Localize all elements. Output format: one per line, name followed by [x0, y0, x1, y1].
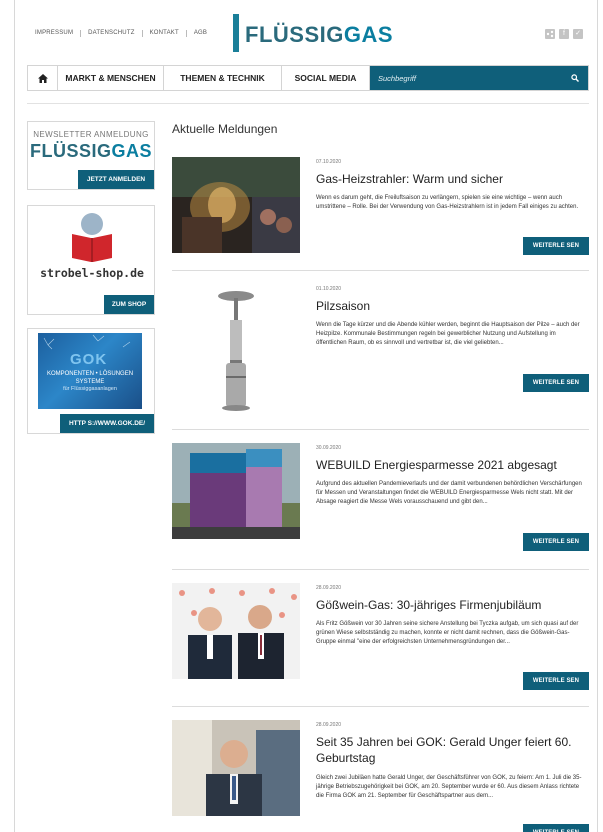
read-more-button[interactable]: WEITERLE SEN: [523, 374, 589, 392]
gok-line3: für Flüssiggasanlagen: [63, 386, 117, 392]
article-thumbnail[interactable]: [172, 157, 300, 253]
article-teaser: Wenn die Tage kürzer und die Abende kühl…: [316, 322, 580, 346]
main-nav: MARKT & MENSCHEN THEMEN & TECHNIK SOCIAL…: [27, 65, 589, 91]
article-date: 30.09.2020: [316, 445, 342, 451]
gok-line1: KOMPONENTEN • LÖSUNGEN: [46, 371, 134, 377]
article-item: 28.09.2020 Gößwein-Gas: 30-jähriges Firm…: [172, 583, 589, 707]
newsletter-box: NEWSLETTER ANMELDUNG FLÜSSIGGAS JETZT AN…: [27, 121, 155, 190]
article-title[interactable]: Pilzsaison: [316, 298, 588, 314]
article-teaser: Gleich zwei Jubiläen hatte Gerald Unger,…: [316, 775, 582, 799]
nav-markt-menschen[interactable]: MARKT & MENSCHEN: [58, 66, 164, 90]
share-icon[interactable]: [545, 29, 555, 39]
article-teaser: Als Fritz Gößwein vor 30 Jahren seine si…: [316, 621, 579, 645]
home-button[interactable]: [28, 66, 58, 90]
home-icon: [37, 73, 48, 83]
reader-illustration: [72, 213, 112, 262]
topnav-impressum[interactable]: IMPRESSUM: [35, 30, 82, 37]
article-item: 07.10.2020 Gas-Heizstrahler: Warm und si…: [172, 157, 589, 271]
read-more-button[interactable]: WEITERLE SEN: [523, 237, 589, 255]
newsletter-logo-part1: FLÜSSIG: [29, 141, 112, 161]
newsletter-signup-button[interactable]: JETZT ANMELDEN: [78, 170, 154, 189]
newsletter-title: NEWSLETTER ANMELDUNG: [33, 130, 149, 139]
article-teaser: Wenn es darum geht, die Freiluftsaison z…: [316, 195, 579, 210]
topnav-kontakt[interactable]: KONTAKT: [143, 30, 187, 37]
article-item: 30.09.2020 WEBUILD Energiesparmesse 2021…: [172, 443, 589, 570]
dandelion-graphic: [43, 334, 131, 350]
gok-logo: GOK: [70, 351, 108, 368]
strobel-shop-button[interactable]: ZUM SHOP: [104, 295, 154, 314]
article-thumbnail[interactable]: [172, 443, 300, 539]
newsletter-logo: FLÜSSIGGAS: [28, 141, 154, 162]
newsletter-logo-part2: GAS: [111, 141, 153, 161]
nav-divider: [27, 103, 589, 104]
strobel-shop-name: strobel-shop.de: [40, 266, 144, 280]
article-item: 28.09.2020 Seit 35 Jahren bei GOK: Geral…: [172, 720, 589, 832]
facebook-icon[interactable]: f: [559, 29, 569, 39]
topnav-datenschutz[interactable]: DATENSCHUTZ: [81, 30, 143, 37]
gok-link-button[interactable]: HTTP S://WWW.GOK.DE/: [60, 414, 154, 433]
article-date: 28.09.2020: [316, 722, 342, 728]
read-more-button[interactable]: WEITERLE SEN: [523, 672, 589, 690]
read-more-button[interactable]: WEITERLE SEN: [523, 824, 589, 832]
nav-social-media[interactable]: SOCIAL MEDIA: [282, 66, 370, 90]
article-title[interactable]: Gas-Heizstrahler: Warm und sicher: [316, 171, 588, 187]
gok-box: GOK KOMPONENTEN • LÖSUNGEN SYSTEME für F…: [27, 328, 155, 434]
article-date: 07.10.2020: [316, 159, 342, 165]
section-title: Aktuelle Meldungen: [172, 122, 278, 136]
article-title[interactable]: Gößwein-Gas: 30-jähriges Firmenjubiläum: [316, 597, 588, 613]
logo-bar: [233, 14, 239, 52]
article-date: 28.09.2020: [316, 585, 342, 591]
search-button[interactable]: [562, 66, 588, 90]
site-logo[interactable]: FLÜSSIGGAS: [245, 22, 393, 48]
check-icon[interactable]: ✓: [573, 29, 583, 39]
search-input[interactable]: [378, 73, 528, 83]
social-icons: f ✓: [545, 29, 583, 39]
strobel-shop-box: strobel-shop.de ZUM SHOP: [27, 205, 155, 315]
article-teaser: Aufgrund des aktuellen Pandemieverlaufs …: [316, 481, 582, 505]
article-date: 01.10.2020: [316, 286, 342, 292]
article-item: 01.10.2020 Pilzsaison Wenn die Tage kürz…: [172, 284, 589, 430]
topnav-agb[interactable]: AGB: [187, 30, 214, 37]
nav-themen-technik[interactable]: THEMEN & TECHNIK: [164, 66, 282, 90]
article-thumbnail[interactable]: [172, 583, 300, 679]
gok-banner[interactable]: GOK KOMPONENTEN • LÖSUNGEN SYSTEME für F…: [38, 333, 142, 409]
logo-part1: FLÜSSIG: [245, 22, 344, 47]
article-title[interactable]: WEBUILD Energiesparmesse 2021 abgesagt: [316, 457, 588, 473]
article-title[interactable]: Seit 35 Jahren bei GOK: Gerald Unger fei…: [316, 734, 588, 766]
search-bar: [370, 66, 588, 90]
gok-tagline: KOMPONENTEN • LÖSUNGEN SYSTEME für Flüss…: [38, 371, 142, 394]
gok-line2: SYSTEME: [75, 378, 105, 385]
logo-part2: GAS: [343, 22, 394, 47]
search-icon: [571, 74, 579, 82]
top-nav: IMPRESSUM DATENSCHUTZ KONTAKT AGB: [35, 30, 214, 37]
page: IMPRESSUM DATENSCHUTZ KONTAKT AGB FLÜSSI…: [14, 0, 598, 832]
read-more-button[interactable]: WEITERLE SEN: [523, 533, 589, 551]
article-thumbnail[interactable]: [172, 284, 300, 412]
article-thumbnail[interactable]: [172, 720, 300, 816]
